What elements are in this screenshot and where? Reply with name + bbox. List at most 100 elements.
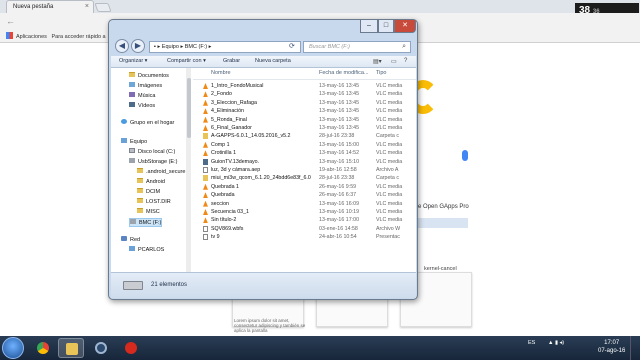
start-button[interactable] xyxy=(2,337,24,359)
file-type: Archivo W xyxy=(376,225,401,232)
column-header-date[interactable]: Fecha de modifica... xyxy=(319,70,369,76)
file-row[interactable]: 3_Eleccion_Rafaga 13-may-16 13:45 VLC medi… xyxy=(193,99,416,107)
explorer-body: Documentos Imágenes Música Vídeos Grupo en e… xyxy=(111,68,416,272)
new-tab-button[interactable] xyxy=(94,3,112,12)
burn-button[interactable]: Grabar xyxy=(223,58,240,64)
nav-item[interactable]: Música xyxy=(129,92,155,99)
forward-button[interactable]: ▶ xyxy=(131,39,145,53)
nav-item[interactable]: Disco local (C:) xyxy=(129,148,175,155)
file-row[interactable]: 5_Ronda_Final 13-may-16 13:45 VLC media xyxy=(193,116,416,124)
drive-icon xyxy=(129,148,135,153)
file-name: luz, 3d y cámara.aep xyxy=(211,167,261,173)
folder-icon xyxy=(137,178,143,183)
nav-item[interactable]: PCARLOS xyxy=(129,246,164,253)
nav-item[interactable]: Documentos xyxy=(129,72,169,79)
file-row[interactable]: 4_Eliminación 13-may-16 13:45 VLC media xyxy=(193,107,416,115)
breadcrumb-drive[interactable]: BMC (F:) xyxy=(185,44,207,50)
help-icon[interactable]: ? xyxy=(404,58,407,64)
show-desktop-button[interactable] xyxy=(630,336,640,360)
file-row[interactable]: 6_Final_Ganador 13-may-16 13:45 VLC media xyxy=(193,124,416,132)
preview-pane-icon[interactable]: ▭ xyxy=(391,58,397,65)
nav-item[interactable]: BMC (F:) xyxy=(129,218,163,227)
apps-icon[interactable] xyxy=(6,32,13,39)
microphone-icon[interactable] xyxy=(462,150,468,161)
tray-icons[interactable]: ▲ ▮ ◂) xyxy=(548,340,564,346)
search-input[interactable]: Buscar BMC (F:) ⌕ xyxy=(303,41,411,53)
minimize-button[interactable]: – xyxy=(360,20,378,33)
file-date: 13-may-16 13:45 xyxy=(319,91,360,98)
vlc-file-icon xyxy=(203,150,208,157)
file-row[interactable]: A-GAPPS-6.0.1_14.05.2016_v5.2 28-jul-16 2… xyxy=(193,132,416,140)
file-icon xyxy=(203,225,208,232)
nav-scrollbar-thumb[interactable] xyxy=(187,78,191,138)
new-folder-button[interactable]: Nueva carpeta xyxy=(255,58,291,64)
file-row[interactable]: GuionTV.13demayo. 13-may-16 15:10 VLC medi… xyxy=(193,158,416,166)
file-name: 3_Eleccion_Rafaga xyxy=(211,99,257,106)
explorer-window: – □ ✕ ◀ ▶ ▪ ▸ Equipo ▸ BMC (F:) ▸ ⟳ Busc… xyxy=(108,19,418,300)
vlc-file-icon xyxy=(203,108,208,115)
file-row[interactable]: Comp 1 13-may-16 15:00 VLC media xyxy=(193,141,416,149)
nav-item[interactable]: Imágenes xyxy=(129,82,162,89)
file-name: tv 9 xyxy=(211,234,220,241)
gapps-thumbnail[interactable] xyxy=(418,218,468,228)
file-name: miui_mi3w_qcom_6.1.20_24bdd6e83f_6.0 xyxy=(211,175,311,182)
navigation-pane: Documentos Imágenes Música Vídeos Grupo en e… xyxy=(111,68,187,272)
nav-item[interactable]: Vídeos xyxy=(129,102,155,109)
back-arrow-icon[interactable]: ← xyxy=(6,16,15,26)
column-header-type[interactable]: Tipo xyxy=(376,70,387,76)
file-type: Carpeta c xyxy=(376,175,399,182)
nav-item-label: Grupo en el hogar xyxy=(130,120,175,126)
refresh-icon[interactable]: ⟳ xyxy=(289,42,295,50)
taskbar-chrome[interactable] xyxy=(30,338,56,358)
file-row[interactable]: SQV869.wbfs 03-ene-16 14:58 Archivo W xyxy=(193,225,416,233)
nav-item[interactable]: LOST.DIR xyxy=(137,198,171,205)
nav-item-label: LOST.DIR xyxy=(146,199,171,205)
file-row[interactable]: tv 9 24-abr-16 10:54 Presentac xyxy=(193,233,416,241)
view-options-icon[interactable]: ▤▾ xyxy=(373,58,382,65)
file-row[interactable]: Secuencia 03_1 13-may-16 10:19 VLC media xyxy=(193,208,416,216)
language-indicator[interactable]: ES xyxy=(528,340,535,346)
vlc-file-icon xyxy=(203,141,208,148)
file-type: VLC media xyxy=(376,192,403,199)
file-row[interactable]: 2_Fondo 13-may-16 13:45 VLC media xyxy=(193,90,416,98)
breadcrumb-computer[interactable]: Equipo xyxy=(162,44,179,50)
nav-item[interactable]: UsbStorage (E:) xyxy=(129,158,177,165)
nav-item[interactable]: Grupo en el hogar xyxy=(121,119,174,126)
gapps-link[interactable]: e Open GApps Pro xyxy=(418,204,478,214)
browser-tab[interactable]: Nueva pestaña × xyxy=(6,0,94,13)
file-row[interactable]: seccion 13-may-16 16:09 VLC media xyxy=(193,200,416,208)
nav-item[interactable]: MISC xyxy=(137,208,160,215)
file-row[interactable]: Quebrada 1 26-may-16 9:59 VLC media xyxy=(193,183,416,191)
back-button[interactable]: ◀ xyxy=(115,39,129,53)
vlc-file-icon xyxy=(203,217,208,224)
taskbar-app[interactable] xyxy=(88,338,114,358)
taskbar-recorder[interactable] xyxy=(118,338,144,358)
file-row[interactable]: Sin título-2 13-may-16 17:00 VLC media xyxy=(193,216,416,224)
nav-item[interactable]: Equipo xyxy=(121,138,147,145)
organize-button[interactable]: Organizar ▾ xyxy=(119,58,147,64)
file-row[interactable]: miui_mi3w_qcom_6.1.20_24bdd6e83f_6.0 28-j… xyxy=(193,174,416,182)
system-clock[interactable]: 17:07 07-ago-16 xyxy=(598,339,625,355)
nav-item[interactable]: Android xyxy=(137,178,165,185)
nav-item[interactable]: Red xyxy=(121,236,140,243)
maximize-button[interactable]: □ xyxy=(378,20,394,33)
clock-date: 07-ago-16 xyxy=(598,348,626,354)
file-row[interactable]: Quebrada 26-may-16 6:37 VLC media xyxy=(193,191,416,199)
close-icon[interactable]: × xyxy=(85,3,89,10)
file-date: 13-may-16 13:45 xyxy=(319,108,360,115)
column-header-name[interactable]: Nombre xyxy=(211,70,231,76)
nav-item[interactable]: DCIM xyxy=(137,188,160,195)
file-type: VLC media xyxy=(376,108,403,115)
file-row[interactable]: 1_Intro_FondoMusical 13-may-16 13:45 VLC m… xyxy=(193,82,416,90)
taskbar-explorer[interactable] xyxy=(58,338,84,358)
nav-item[interactable]: .android_secure xyxy=(137,168,185,175)
file-date: 28-jul-16 23:38 xyxy=(319,133,355,140)
bookmark-apps[interactable]: Aplicaciones xyxy=(16,34,47,40)
address-bar[interactable]: ▪ ▸ Equipo ▸ BMC (F:) ▸ xyxy=(149,41,301,53)
file-row[interactable]: Crotinilla 1 13-may-16 14:52 VLC media xyxy=(193,149,416,157)
share-button[interactable]: Compartir con ▾ xyxy=(167,58,206,64)
file-row[interactable]: luz, 3d y cámara.aep 19-abr-16 12:58 Archi… xyxy=(193,166,416,174)
file-type: VLC media xyxy=(376,125,403,131)
file-date: 13-may-16 16:09 xyxy=(319,200,360,207)
close-button[interactable]: ✕ xyxy=(394,20,416,33)
